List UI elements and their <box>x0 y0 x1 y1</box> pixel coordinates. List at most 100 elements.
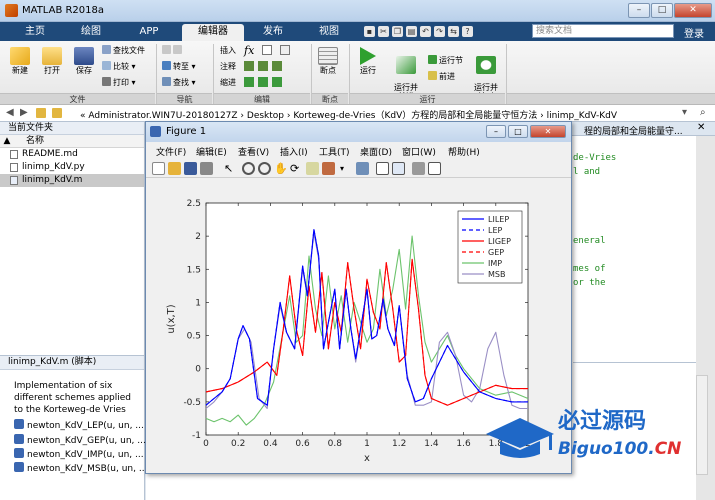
menu-window[interactable]: 窗口(W) <box>402 145 436 158</box>
redo-quick-icon[interactable]: ↷ <box>434 26 445 37</box>
file-item-readme[interactable]: README.md <box>0 148 144 161</box>
legend-label: LILEP <box>488 215 509 224</box>
decrease-indent-icon[interactable] <box>272 77 282 87</box>
forward-arrow-icon[interactable]: ▶ <box>20 107 28 118</box>
stopwatch-icon <box>476 56 496 74</box>
nav-back-forward[interactable] <box>162 45 184 57</box>
function-item[interactable]: newton_KdV_GEP(u, un, ... <box>14 434 146 447</box>
address-search-icon[interactable]: ⌕ <box>700 107 706 118</box>
paste-quick-icon[interactable]: ▤ <box>406 26 417 37</box>
run-section-button[interactable]: 运行节 <box>428 55 463 67</box>
search-documentation-input[interactable]: 搜索文档 <box>532 24 674 38</box>
cut-quick-icon[interactable]: ✂ <box>378 26 389 37</box>
insert-legend-icon[interactable] <box>392 162 405 175</box>
current-folder-title: 当前文件夹 <box>0 122 144 135</box>
y-tick-label: -1 <box>192 431 201 441</box>
insert-section-icon[interactable] <box>262 45 272 55</box>
data-cursor-icon[interactable] <box>306 162 319 175</box>
zoom-out-icon[interactable] <box>258 162 271 175</box>
print-button[interactable]: 打印 ▾ <box>102 77 136 89</box>
address-dropdown-icon[interactable]: ▾ <box>682 107 687 118</box>
run-button[interactable]: 运行 <box>356 47 380 76</box>
hide-plot-tools-icon[interactable] <box>412 162 425 175</box>
insert-menu-icon[interactable] <box>280 45 290 55</box>
save-quick-icon[interactable]: ▪ <box>364 26 375 37</box>
file-item-linimp-m[interactable]: linimp_KdV.m <box>0 174 144 187</box>
pan-hand-icon[interactable]: ✋ <box>274 162 288 175</box>
open-button[interactable]: 打开 <box>38 47 66 76</box>
indent-button[interactable]: 缩进 <box>220 77 236 89</box>
menu-tools[interactable]: 工具(T) <box>319 145 350 158</box>
menu-view[interactable]: 查看(V) <box>238 145 269 158</box>
save-button[interactable]: 保存 <box>70 47 98 76</box>
login-link[interactable]: 登录 <box>684 25 704 40</box>
goto-button[interactable]: 转至 ▾ <box>162 61 196 73</box>
insert-button[interactable]: 插入 <box>220 45 236 57</box>
up-folder-icon[interactable] <box>36 108 46 118</box>
breakpoints-button[interactable]: 断点 <box>316 47 340 76</box>
switch-windows-icon[interactable]: ⇆ <box>448 26 459 37</box>
legend-label: LIGEP <box>488 237 511 246</box>
figure-minimize-button[interactable]: – <box>486 125 506 138</box>
menu-desktop[interactable]: 桌面(D) <box>360 145 392 158</box>
menu-help[interactable]: 帮助(H) <box>448 145 480 158</box>
find-files-button[interactable]: 查找文件 <box>102 45 145 57</box>
find-button[interactable]: 查找 ▾ <box>162 77 196 89</box>
comment-button[interactable]: 注释 <box>220 61 236 73</box>
vertical-scrollbar[interactable] <box>696 375 708 475</box>
undo-quick-icon[interactable]: ↶ <box>420 26 431 37</box>
comment-add-icon[interactable] <box>244 61 254 71</box>
function-item[interactable]: newton_KdV_MSB(u, un, ... <box>14 462 147 475</box>
show-plot-tools-icon[interactable] <box>428 162 441 175</box>
insert-colorbar-icon[interactable] <box>376 162 389 175</box>
figure-title-bar[interactable]: Figure 1 – □ ✕ <box>146 122 571 142</box>
figure-close-button[interactable]: ✕ <box>530 125 566 138</box>
menu-edit[interactable]: 编辑(E) <box>196 145 227 158</box>
copy-quick-icon[interactable]: ❐ <box>392 26 403 37</box>
function-item[interactable]: newton_KdV_LEP(u, un, ... <box>14 419 144 432</box>
compare-button[interactable]: 比较 ▾ <box>102 61 136 73</box>
tab-editor[interactable]: 编辑器 <box>182 24 244 41</box>
editor-tab-title[interactable]: 程的局部和全局能量守... <box>584 124 683 137</box>
close-button[interactable]: ✕ <box>674 3 712 18</box>
help-quick-icon[interactable]: ? <box>462 26 473 37</box>
brush-dropdown-icon[interactable]: ▾ <box>340 162 353 175</box>
zoom-in-icon[interactable] <box>242 162 255 175</box>
rotate-3d-icon[interactable]: ⟳ <box>290 162 303 175</box>
increase-indent-icon[interactable] <box>258 77 268 87</box>
group-label-run: 运行 <box>350 93 505 104</box>
print-figure-icon[interactable] <box>200 162 213 175</box>
save-figure-icon[interactable] <box>184 162 197 175</box>
new-figure-icon[interactable] <box>152 162 165 175</box>
fx-button[interactable]: fx <box>244 45 254 57</box>
tab-view[interactable]: 视图 <box>306 24 352 41</box>
tab-plots[interactable]: 绘图 <box>68 24 114 41</box>
figure-maximize-button[interactable]: □ <box>508 125 528 138</box>
breadcrumb[interactable]: « Administrator.WIN7U-20180127Z › Deskto… <box>80 108 617 121</box>
comment-remove-icon[interactable] <box>258 61 268 71</box>
open-file-icon[interactable] <box>168 162 181 175</box>
new-button[interactable]: 新建 <box>6 47 34 76</box>
advance-button[interactable]: 前进 <box>428 71 455 83</box>
back-arrow-icon[interactable]: ◀ <box>6 107 14 118</box>
browse-folder-icon[interactable] <box>52 108 62 118</box>
file-item-linimp-py[interactable]: linimp_KdV.py <box>0 161 144 174</box>
function-item[interactable]: newton_KdV_IMP(u, un, ... <box>14 448 144 461</box>
tab-publish[interactable]: 发布 <box>250 24 296 41</box>
menu-insert[interactable]: 插入(I) <box>280 145 308 158</box>
link-plot-icon[interactable] <box>356 162 369 175</box>
file-column-header[interactable]: ▲ 名称 <box>0 135 144 148</box>
edit-plot-icon[interactable]: ↖ <box>224 162 237 175</box>
smart-indent-icon[interactable] <box>244 77 254 87</box>
minimize-button[interactable]: – <box>628 3 650 18</box>
compare-icon <box>102 61 111 70</box>
tab-home[interactable]: 主页 <box>12 24 58 41</box>
brush-icon[interactable] <box>322 162 335 175</box>
y-tick-label: 2 <box>195 232 201 242</box>
editor-tab-close-icon[interactable]: ✕ <box>697 122 705 133</box>
menu-file[interactable]: 文件(F) <box>156 145 186 158</box>
tab-apps[interactable]: APP <box>126 24 172 41</box>
new-plus-icon <box>10 47 30 65</box>
wrap-comment-icon[interactable] <box>272 61 282 71</box>
maximize-button[interactable]: □ <box>651 3 673 18</box>
